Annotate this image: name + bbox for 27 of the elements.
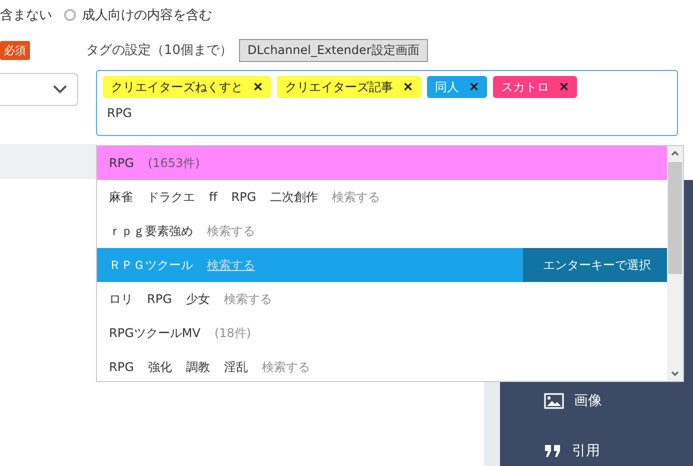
- remove-tag-button[interactable]: ✕: [253, 80, 263, 94]
- image-icon: [544, 393, 564, 409]
- suggestion-item[interactable]: RPG (1653件): [97, 146, 667, 180]
- quote-icon: [544, 444, 562, 458]
- sidebar-item[interactable]: 引用: [544, 442, 600, 460]
- remove-tag-button[interactable]: ✕: [469, 80, 479, 94]
- suggestion-item[interactable]: RPG 強化 調教 淫乱 検索する: [97, 350, 667, 381]
- tag-chip: スカトロ ✕: [493, 76, 577, 98]
- tag-chip: クリエイターズ記事 ✕: [277, 76, 421, 98]
- suggestion-item[interactable]: RPGツクールMV (18件): [97, 316, 667, 350]
- suggestion-item[interactable]: ＲＰＧツクール 検索する エンターキーで選択: [97, 248, 667, 282]
- chevron-down-icon: [53, 85, 67, 94]
- tag-input-field[interactable]: クリエイターズねくすと ✕ クリエイターズ記事 ✕ 同人 ✕ スカトロ ✕ RPG: [96, 70, 678, 136]
- settings-button[interactable]: DLchannel_Extender設定画面: [238, 38, 428, 62]
- scrollbar[interactable]: [667, 146, 683, 381]
- suggestion-item[interactable]: ロリ RPG 少女 検索する: [97, 282, 667, 316]
- suggestion-item[interactable]: 麻雀 ドラクエ ff RPG 二次創作 検索する: [97, 180, 667, 214]
- tag-settings-label: タグの設定（10個まで）: [86, 42, 233, 59]
- tag-chip: クリエイターズねくすと ✕: [103, 76, 271, 98]
- suggestion-item[interactable]: ｒｐｇ要素強め 検索する: [97, 214, 667, 248]
- remove-tag-button[interactable]: ✕: [403, 80, 413, 94]
- tag-chip: 同人 ✕: [427, 76, 487, 98]
- rating-option-label[interactable]: 含まない: [0, 6, 52, 24]
- rating-radio[interactable]: 成人向けの内容を含む: [64, 6, 212, 24]
- sidebar-item[interactable]: 画像: [544, 392, 602, 410]
- remove-tag-button[interactable]: ✕: [559, 80, 569, 94]
- required-badge: 必須: [0, 40, 30, 60]
